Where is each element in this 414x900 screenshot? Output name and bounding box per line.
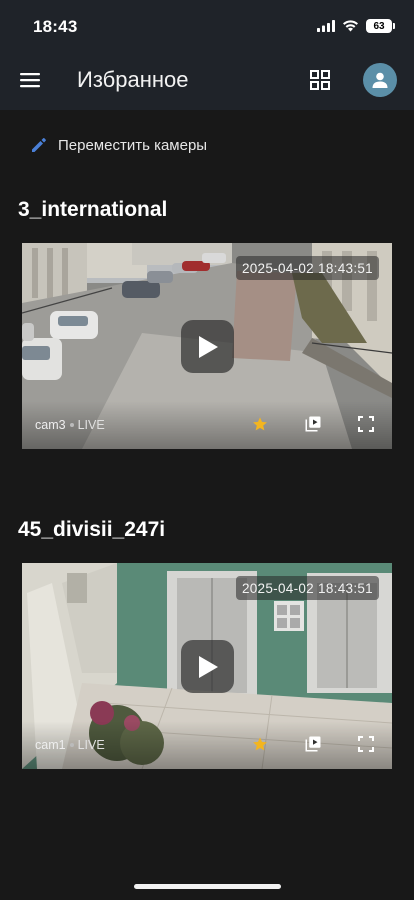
status-icons: 63 [317,18,395,34]
camera-title: 45_divisii_247i [18,518,166,541]
app-bar: Избранное [0,54,414,110]
grid-icon [310,70,330,90]
page-title: Избранное [77,67,189,92]
fullscreen-icon [358,416,374,432]
move-cameras-label: Переместить камеры [58,136,208,154]
live-label: LIVE [77,738,105,752]
camera-id: cam1 LIVE [35,738,105,752]
home-indicator[interactable] [134,884,281,889]
fullscreen-icon [358,736,374,752]
live-dot [69,742,74,747]
avatar[interactable] [363,63,397,97]
move-cameras-button[interactable]: Переместить камеры [30,134,207,156]
camera-timestamp: 2025-04-02 18:43:51 [235,256,379,280]
status-bar: 18:43 63 [0,0,414,54]
play-icon [198,655,218,678]
status-time: 18:43 [33,17,78,36]
fullscreen-button[interactable] [355,733,377,755]
camera-timestamp: 2025-04-02 18:43:51 [235,576,379,600]
camera-card[interactable]: 2025-04-02 18:43:51 cam3 LIVE [22,243,392,449]
star-icon [253,417,267,431]
camera-card[interactable]: 2025-04-02 18:43:51 cam1 LIVE [22,563,392,769]
playlist-play-icon [305,416,321,432]
live-label: LIVE [77,418,105,432]
live-dot [69,422,74,427]
battery-icon: 63 [366,19,395,33]
user-icon [372,72,388,88]
play-icon [198,335,218,358]
archive-button[interactable] [302,733,324,755]
camera-id-label: cam3 [35,418,66,432]
favorite-button[interactable] [249,733,271,755]
menu-button[interactable] [14,64,46,96]
camera-id: cam3 LIVE [35,418,105,432]
play-button[interactable] [181,640,234,693]
pencil-icon [32,138,46,152]
playlist-play-icon [305,736,321,752]
camera-id-label: cam1 [35,738,66,752]
star-icon [253,737,267,751]
wifi-icon [343,20,358,32]
cellular-signal-icon [317,20,335,32]
archive-button[interactable] [302,413,324,435]
grid-view-button[interactable] [304,64,336,96]
camera-title: 3_international [18,198,168,221]
fullscreen-button[interactable] [355,413,377,435]
play-button[interactable] [181,320,234,373]
favorite-button[interactable] [249,413,271,435]
menu-icon [20,73,40,88]
